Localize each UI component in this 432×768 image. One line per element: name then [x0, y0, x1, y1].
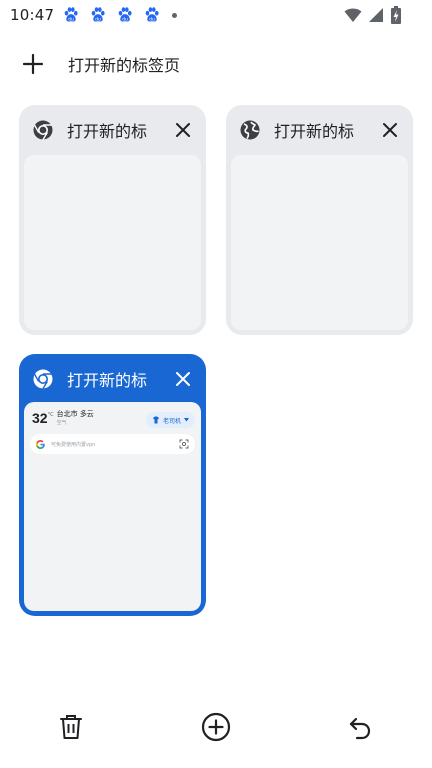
chrome-icon [33, 120, 53, 140]
tab-thumbnail[interactable]: 32 °C 台北市 多云 空气 老司机 可免费使用内置vpn [24, 402, 201, 611]
degree-unit: °C [47, 412, 54, 418]
more-notifications-dot [172, 12, 178, 18]
wifi-icon [344, 8, 362, 22]
undo-button[interactable] [343, 710, 377, 744]
close-all-tabs-button[interactable] [54, 710, 88, 744]
tab-card-selected[interactable]: 打开新的标 32 °C 台北市 多云 空气 老司机 可免费使用内置vpn [19, 354, 206, 616]
tab-card-header: 打开新的标 [19, 105, 206, 155]
tab-card[interactable]: 打开新的标 [226, 105, 413, 335]
weather-condition: 多云 [79, 410, 94, 418]
battery-icon [391, 6, 401, 24]
tab-thumbnail[interactable] [231, 155, 408, 330]
new-tab-button[interactable] [199, 710, 233, 744]
new-tab-row[interactable]: 打开新的标签页 [0, 42, 432, 86]
status-time: 10:47 [10, 6, 55, 24]
tab-card-header: 打开新的标 [226, 105, 413, 155]
svg-text:du: du [149, 16, 155, 22]
search-placeholder: 可免费使用内置vpn [51, 441, 96, 448]
weather-details: 台北市 多云 空气 [57, 410, 94, 426]
chevron-down-icon [184, 418, 189, 422]
status-right-icons [344, 6, 402, 24]
close-icon[interactable] [174, 121, 192, 139]
city: 台北市 [56, 410, 78, 418]
tab-title: 打开新的标 [67, 122, 148, 141]
tab-title: 打开新的标 [67, 371, 148, 390]
bottom-toolbar [0, 700, 432, 754]
delete-icon [60, 715, 82, 739]
chrome-icon [33, 369, 53, 389]
svg-text:du: du [122, 16, 128, 22]
baidu-paw-icon: du [145, 7, 159, 22]
close-icon[interactable] [174, 370, 192, 388]
new-tab-label: 打开新的标签页 [68, 56, 181, 75]
undo-icon [349, 717, 371, 740]
shirt-icon [152, 416, 159, 424]
globe-icon [240, 120, 260, 140]
signal-icon [369, 8, 383, 22]
scan-icon [179, 439, 189, 449]
search-box-preview: 可免费使用内置vpn [30, 434, 195, 454]
mode-badge: 老司机 [145, 412, 195, 428]
add-tab-icon [201, 712, 231, 742]
google-icon [36, 439, 45, 449]
tab-title: 打开新的标 [274, 122, 355, 141]
status-bar: 10:47 du du du du [0, 0, 432, 30]
svg-text:du: du [68, 16, 74, 22]
tab-thumbnail[interactable] [24, 155, 201, 330]
baidu-paw-icon: du [91, 7, 105, 22]
weather-widget: 32 °C 台北市 多云 空气 [32, 410, 94, 426]
baidu-paw-icon: du [64, 7, 78, 22]
svg-text:du: du [95, 16, 101, 22]
tab-card[interactable]: 打开新的标 [19, 105, 206, 335]
plus-icon [22, 53, 44, 75]
air-quality: 空气 [56, 420, 67, 426]
tab-card-header: 打开新的标 [19, 354, 206, 404]
temperature: 32 [32, 410, 48, 426]
baidu-paw-icon: du [118, 7, 132, 22]
close-icon[interactable] [381, 121, 399, 139]
badge-label: 老司机 [162, 417, 181, 425]
